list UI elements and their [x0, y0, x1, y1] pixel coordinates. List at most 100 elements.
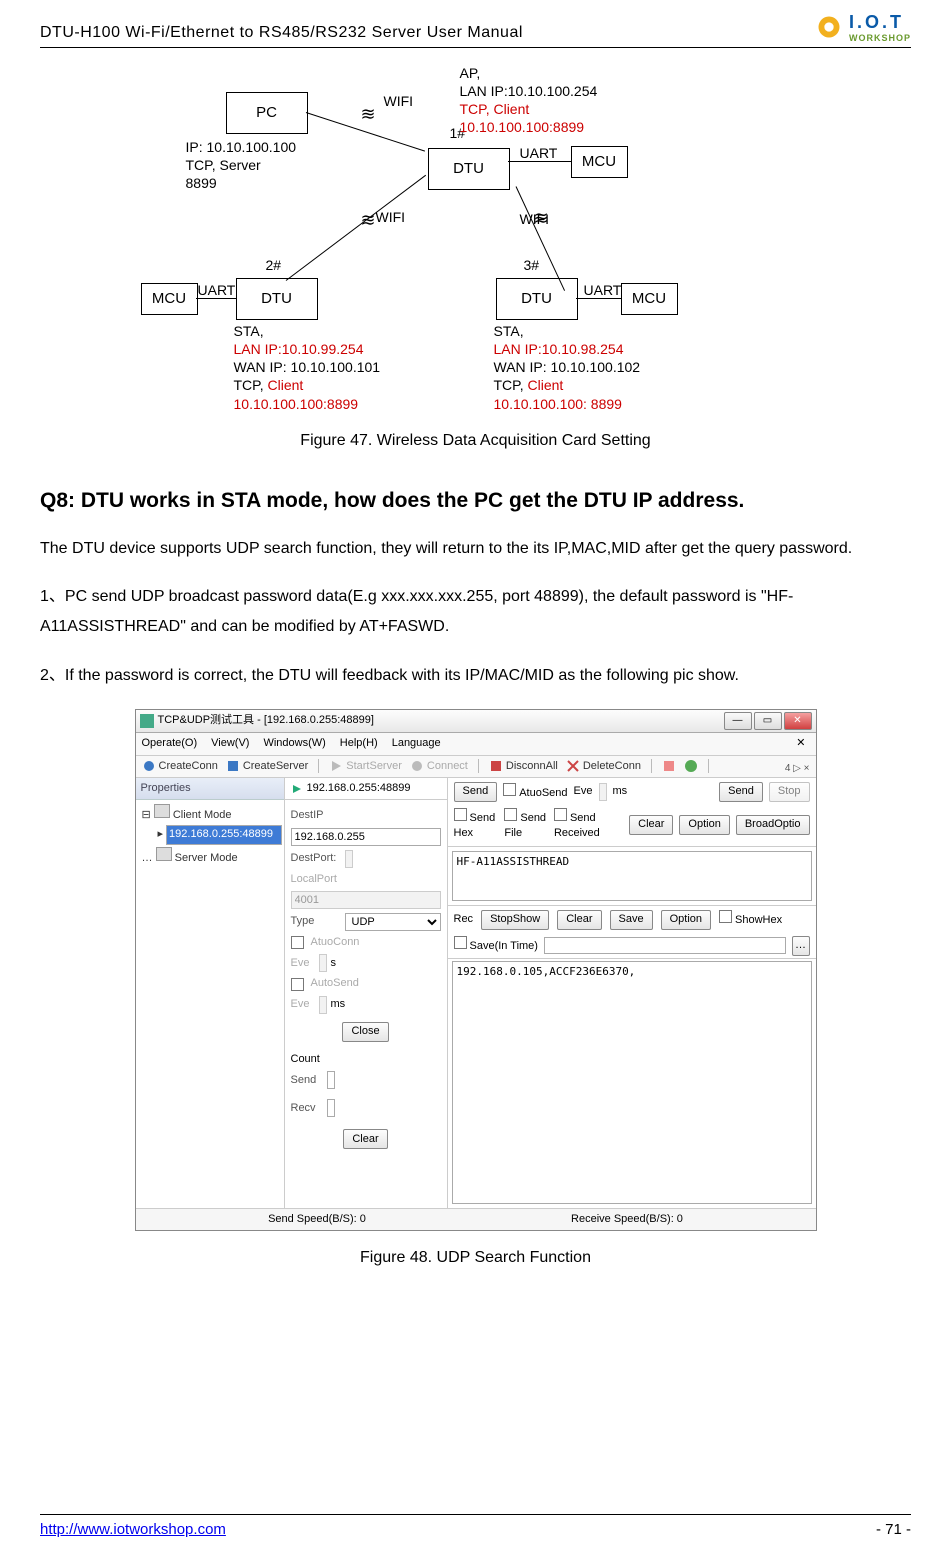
tab-corner-controls[interactable]: 4 ▷ ×: [785, 762, 810, 776]
logo-text: I.O.T: [849, 12, 904, 32]
page-header: DTU-H100 Wi-Fi/Ethernet to RS485/RS232 S…: [40, 0, 911, 48]
tool-body: Properties ⊟ Client Mode ▸ 192.168.0.255…: [136, 778, 816, 1208]
eve1-input: [319, 954, 327, 972]
broadoptio-button[interactable]: BroadOptio: [736, 815, 810, 835]
folder-icon: [154, 804, 170, 818]
gear-icon: [815, 13, 843, 41]
send-textarea[interactable]: HF-A11ASSISTHREAD: [452, 851, 812, 901]
tb-createconn[interactable]: CreateConn: [142, 759, 218, 774]
figure-48-caption: Figure 48. UDP Search Function: [40, 1247, 911, 1269]
uart-label-2: UART: [198, 281, 236, 299]
atuosend-checkbox[interactable]: [503, 783, 516, 796]
tb-extra2[interactable]: [684, 759, 698, 773]
tb-startserver: StartServer: [329, 759, 402, 774]
footer-link[interactable]: http://www.iotworkshop.com: [40, 1519, 226, 1540]
sendhex-checkbox[interactable]: [454, 808, 467, 821]
tb-extra1[interactable]: [662, 759, 676, 773]
type-select[interactable]: UDP: [345, 913, 441, 931]
tb-createserver[interactable]: CreateServer: [226, 759, 308, 774]
autosend-label: AutoSend: [311, 976, 359, 991]
ap-note: AP, LAN IP:10.10.100.254 TCP, Client 10.…: [460, 64, 598, 137]
mcu3-box: MCU: [621, 283, 678, 315]
tab-icon: [291, 783, 303, 795]
clear-rec-button[interactable]: Clear: [557, 910, 601, 930]
maximize-button[interactable]: ▭: [754, 712, 782, 730]
destip-label: DestIP: [291, 808, 341, 823]
mcu2-box: MCU: [141, 283, 198, 315]
sendreceived-checkbox[interactable]: [554, 808, 567, 821]
recv-speed-label: Receive Speed(B/S): 0: [571, 1212, 683, 1227]
minimize-button[interactable]: —: [724, 712, 752, 730]
separator-icon: [651, 759, 652, 773]
recv-controls: Rec StopShow Clear Save Option ShowHex: [448, 905, 816, 934]
send-count-input[interactable]: [327, 1071, 335, 1089]
dtu2-box: DTU: [236, 278, 318, 320]
menu-operate[interactable]: Operate(O): [142, 736, 198, 751]
close-button[interactable]: ✕: [784, 712, 812, 730]
autosend-checkbox[interactable]: [291, 978, 304, 991]
wifi-label-1: WIFI: [384, 92, 414, 110]
conn-tab[interactable]: 192.168.0.255:48899: [285, 778, 447, 800]
help-icon: [684, 759, 698, 773]
close-conn-button[interactable]: Close: [342, 1022, 388, 1042]
folder-icon: [156, 847, 172, 861]
destport-input: [345, 850, 353, 868]
stopshow-button[interactable]: StopShow: [481, 910, 549, 930]
send-button[interactable]: Send: [454, 782, 498, 802]
status-bar: Send Speed(B/S): 0 Receive Speed(B/S): 0: [136, 1208, 816, 1230]
q8-p3: 2、If the password is correct, the DTU wi…: [40, 661, 911, 691]
saveintime-checkbox[interactable]: [454, 936, 467, 949]
eve2-unit: ms: [331, 997, 346, 1012]
logo-subtext: WORKSHOP: [849, 32, 911, 45]
destip-input[interactable]: [291, 828, 441, 846]
pc-note: IP: 10.10.100.100 TCP, Server 8899: [186, 138, 297, 193]
menu-view[interactable]: View(V): [211, 736, 249, 751]
properties-title: Properties: [136, 778, 284, 800]
dtu1-box: DTU: [428, 148, 510, 190]
tree-conn-item[interactable]: ▸ 192.168.0.255:48899: [142, 825, 282, 845]
tb-disconnall[interactable]: DisconnAll: [489, 759, 558, 774]
app-icon: [140, 714, 154, 728]
separator-icon: [318, 759, 319, 773]
save-button[interactable]: Save: [610, 910, 653, 930]
sendfile-checkbox[interactable]: [504, 808, 517, 821]
num2-label: 2#: [266, 256, 282, 274]
menu-windows[interactable]: Windows(W): [263, 736, 325, 751]
save-path-input[interactable]: [544, 937, 786, 954]
recv-count-input[interactable]: [327, 1099, 335, 1117]
browse-button[interactable]: …: [792, 936, 810, 956]
send-count-label: Send: [291, 1073, 323, 1088]
atuoconn-checkbox[interactable]: [291, 936, 304, 949]
menu-language[interactable]: Language: [392, 736, 441, 751]
tree-server-mode[interactable]: … Server Mode: [142, 847, 282, 868]
tb-deleteconn[interactable]: DeleteConn: [566, 759, 641, 774]
showhex-checkbox[interactable]: [719, 910, 732, 923]
tool-icon: [662, 759, 676, 773]
page-footer: http://www.iotworkshop.com - 71 -: [40, 1514, 911, 1540]
count-label: Count: [291, 1052, 441, 1067]
recv-textarea[interactable]: 192.168.0.105,ACCF236E6370,: [452, 961, 812, 1204]
send-button-2[interactable]: Send: [719, 782, 763, 802]
eve2-label: Eve: [291, 997, 315, 1012]
clear-count-button[interactable]: Clear: [343, 1129, 387, 1149]
window-title: TCP&UDP测试工具 - [192.168.0.255:48899]: [158, 713, 374, 728]
saveintime-label: Save(In Time): [470, 940, 538, 952]
tree-client-mode[interactable]: ⊟ Client Mode: [142, 804, 282, 825]
sta3-note: STA, LAN IP:10.10.98.254 WAN IP: 10.10.1…: [494, 322, 641, 413]
q8-p2: 1、PC send UDP broadcast password data(E.…: [40, 582, 911, 643]
clear-send-button[interactable]: Clear: [629, 815, 673, 835]
option-button[interactable]: Option: [679, 815, 729, 835]
sta2-note: STA, LAN IP:10.10.99.254 WAN IP: 10.10.1…: [234, 322, 381, 413]
option-rec-button[interactable]: Option: [661, 910, 711, 930]
atuosend-label: AtuoSend: [519, 787, 567, 799]
q8-heading: Q8: DTU works in STA mode, how does the …: [40, 486, 911, 515]
uart-label-1: UART: [520, 144, 558, 162]
mcu1-box: MCU: [571, 146, 628, 178]
menu-help[interactable]: Help(H): [340, 736, 378, 751]
save-in-time-row: Save(In Time) …: [448, 934, 816, 959]
mdi-close-icon[interactable]: ✕: [796, 736, 809, 751]
wifi-zig-icon-2: ≋: [361, 208, 376, 233]
tool-bar: CreateConn CreateServer StartServer Conn…: [136, 756, 816, 778]
menu-bar: Operate(O) View(V) Windows(W) Help(H) La…: [136, 733, 816, 755]
send-speed-label: Send Speed(B/S): 0: [268, 1212, 366, 1227]
